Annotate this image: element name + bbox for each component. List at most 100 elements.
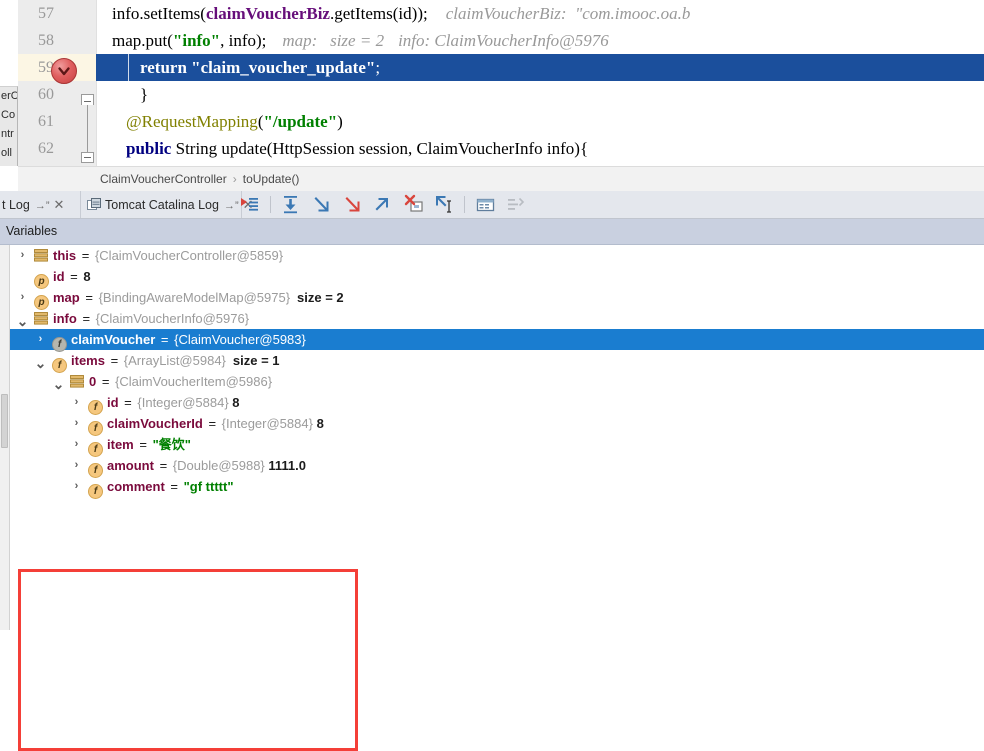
variable-row-map[interactable]: › p map = {BindingAwareModelMap@5975} size …: [10, 287, 984, 310]
line-number: 62: [38, 140, 54, 157]
tab-tomcat-catalina-log[interactable]: Tomcat Catalina Log →” ✕: [81, 191, 254, 218]
tree-expand-collapse-right-icon[interactable]: ›: [16, 245, 29, 266]
evaluate-expression-icon[interactable]: [472, 191, 499, 218]
tree-expand-collapse-right-icon[interactable]: ›: [70, 434, 83, 455]
tree-expand-collapse-right-icon[interactable]: ›: [34, 329, 47, 350]
variable-value: "餐饮": [152, 437, 191, 452]
equals-sign: =: [166, 479, 182, 494]
variable-row-info[interactable]: ⌄ info = {ClaimVoucherInfo@5976}: [10, 308, 984, 329]
variable-row-0[interactable]: ⌄ 0 = {ClaimVoucherItem@5986}: [10, 371, 984, 392]
variable-reference: {Double@5988}: [172, 458, 265, 473]
variable-row-comment[interactable]: › f comment = "gf ttttt": [10, 476, 984, 499]
variable-row-claimVoucher[interactable]: › f claimVoucher = {ClaimVoucher@5983}: [10, 329, 984, 352]
variable-row-amount[interactable]: › f amount = {Double@5988} 1111.0: [10, 455, 984, 478]
tab-close-icon[interactable]: ✕: [49, 197, 64, 212]
debugger-toolbar[interactable]: [236, 191, 529, 218]
collection-size: size = 2: [297, 290, 344, 305]
variable-value: 1111.0: [264, 458, 307, 473]
step-over-icon[interactable]: [277, 191, 304, 218]
tool-window-header[interactable]: t Log →” ✕ Tomcat Catalina Log →” ✕: [0, 191, 984, 219]
toolbar-separator: [269, 196, 271, 213]
popup-item[interactable]: Co: [0, 106, 17, 125]
popup-item[interactable]: oll: [0, 144, 17, 163]
toolbar-separator: [464, 196, 465, 213]
code-token: info.setItems(: [112, 4, 206, 23]
vertical-scrollbar-thumb[interactable]: [1, 394, 8, 448]
equals-sign: =: [204, 416, 220, 431]
fold-collapse-arrow-icon[interactable]: [81, 94, 94, 105]
variables-title-label: Variables: [6, 224, 58, 238]
code-token-keyword: return: [140, 58, 192, 77]
breakpoint-verified-icon[interactable]: [51, 58, 77, 84]
variable-reference: {ClaimVoucherController@5859}: [94, 248, 284, 263]
breadcrumb[interactable]: ClaimVoucherController › toUpdate(): [18, 166, 984, 192]
code-token-annotation: @RequestMapping: [126, 112, 258, 131]
watches-icon[interactable]: [502, 191, 529, 218]
code-line-61: @RequestMapping("/update"): [126, 108, 343, 135]
breadcrumb-method[interactable]: toUpdate(): [243, 172, 300, 186]
variable-name: claimVoucher: [71, 332, 156, 347]
variable-row-this[interactable]: › this = {ClaimVoucherController@5859}: [10, 245, 984, 266]
inline-debug-hint: claimVoucherBiz: "com.imooc.oa.b: [445, 4, 691, 23]
code-token-field: claimVoucherBiz: [205, 4, 330, 23]
popup-item[interactable]: ntr: [0, 125, 17, 144]
variable-row-item[interactable]: › f item = "餐饮": [10, 434, 984, 457]
code-token: map.put(: [112, 31, 173, 50]
variable-row-id[interactable]: › f id = {Integer@5884} 8: [10, 392, 984, 415]
variable-name: items: [71, 353, 105, 368]
variable-reference: {ArrayList@5984}: [123, 353, 226, 368]
code-token: ;: [375, 58, 381, 77]
variable-row-claimVoucherId[interactable]: › f claimVoucherId = {Integer@5884} 8: [10, 413, 984, 436]
code-line-62: public String update(HttpSession session…: [126, 135, 588, 162]
variable-reference: {ClaimVoucher@5983}: [174, 332, 306, 347]
breadcrumb-class[interactable]: ClaimVoucherController: [100, 172, 227, 186]
line-number: 60: [38, 86, 54, 103]
tree-expand-collapse-right-icon[interactable]: ›: [70, 413, 83, 434]
tab-t-log[interactable]: t Log →” ✕: [0, 191, 81, 218]
equals-sign: =: [98, 374, 114, 389]
run-to-cursor-icon[interactable]: [430, 191, 457, 218]
step-into-icon[interactable]: [308, 191, 335, 218]
variable-name: amount: [107, 458, 154, 473]
tab-label: t Log: [2, 198, 30, 212]
step-out-icon[interactable]: [369, 191, 396, 218]
tomcat-log-icon: [87, 195, 101, 222]
tree-expand-collapse-right-icon[interactable]: ›: [70, 392, 83, 413]
variable-reference: {Integer@5884}: [221, 416, 313, 431]
collection-size: size = 1: [232, 353, 280, 368]
variable-name: this: [53, 248, 77, 263]
debugger-tool-window[interactable]: t Log →” ✕ Tomcat Catalina Log →” ✕ Vari…: [0, 191, 984, 751]
line-number: 57: [38, 5, 54, 22]
variable-name: map: [53, 290, 80, 305]
drop-frame-icon[interactable]: [400, 191, 427, 218]
equals-sign: =: [157, 332, 173, 347]
variable-name: info: [53, 311, 77, 326]
tree-expand-collapse-right-icon[interactable]: ›: [70, 476, 83, 497]
variables-tree[interactable]: › this = {ClaimVoucherController@5859} ›pi…: [10, 245, 984, 630]
equals-sign: =: [155, 458, 171, 473]
popup-item[interactable]: erC: [0, 87, 17, 106]
show-execution-point-icon[interactable]: [236, 191, 263, 218]
tab-pin-icon[interactable]: →”: [30, 200, 50, 212]
variable-row-id[interactable]: ›pid = 8: [10, 266, 984, 289]
equals-sign: =: [120, 395, 136, 410]
code-token-string: "claim_voucher_update": [191, 58, 376, 77]
completion-popup-fragment[interactable]: erC Co ntr oll: [0, 86, 18, 166]
variable-value: 8: [83, 269, 91, 284]
code-editor[interactable]: 57 58 59 60 61 62 info.setItems(claimVou…: [0, 0, 984, 166]
tree-expand-collapse-right-icon[interactable]: ›: [70, 455, 83, 476]
code-text-area[interactable]: info.setItems(claimVoucherBiz.getItems(i…: [96, 0, 984, 166]
line-number: 59: [38, 59, 54, 76]
line-number: 58: [38, 32, 54, 49]
variable-reference: {Integer@5884}: [137, 395, 229, 410]
tree-expand-collapse-right-icon[interactable]: ›: [16, 287, 29, 308]
fold-collapse-minus-icon[interactable]: [81, 152, 94, 163]
force-step-into-icon[interactable]: [339, 191, 366, 218]
equals-sign: =: [81, 290, 97, 305]
object-value-icon: [34, 310, 49, 325]
variable-name: id: [53, 269, 65, 284]
code-token-keyword: public: [126, 139, 176, 158]
code-folding-column[interactable]: [78, 0, 96, 166]
inline-debug-hint: map: size = 2: [282, 31, 385, 50]
variable-row-items[interactable]: ⌄ f items = {ArrayList@5984} size = 1: [10, 350, 984, 373]
